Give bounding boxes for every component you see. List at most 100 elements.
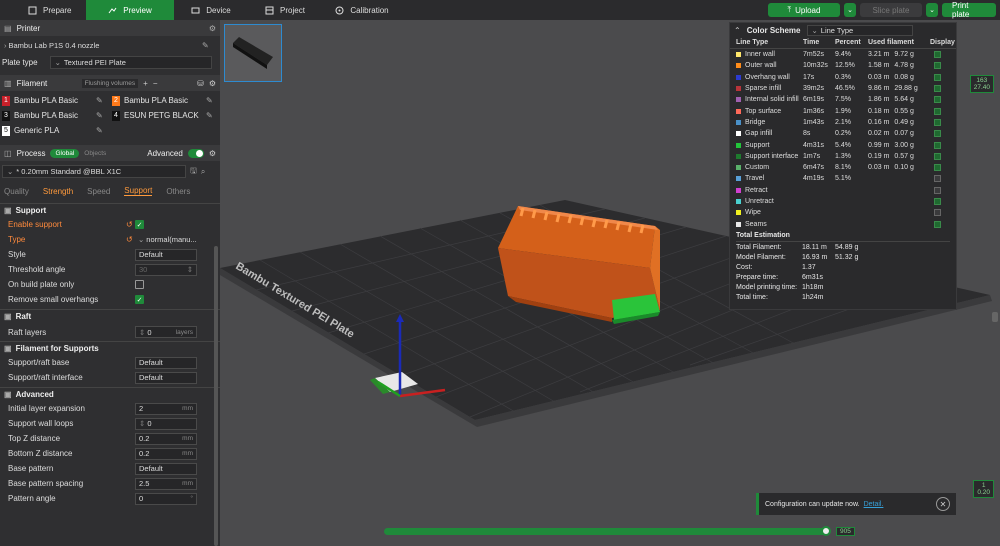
advanced-row-input[interactable]: 0 ° [135, 492, 197, 505]
subtab-strength[interactable]: Strength [43, 187, 73, 196]
edit-icon[interactable]: ✎ [96, 96, 103, 105]
move-slider-thumb[interactable] [821, 526, 831, 536]
remove-filament-icon[interactable]: − [153, 79, 158, 88]
advanced-row-input[interactable]: 0.2 mm [135, 432, 197, 445]
legend-row[interactable]: Wipe [730, 207, 956, 218]
process-preset-select[interactable]: ⌄ * 0.20mm Standard @BBL X1C [2, 165, 186, 178]
objects-toggle[interactable]: Objects [84, 150, 106, 157]
global-toggle[interactable]: Global [50, 148, 80, 158]
display-checkbox[interactable] [934, 220, 941, 228]
filament-item[interactable]: 1 Bambu PLA Basic ✎ [0, 93, 110, 108]
filament-item[interactable]: 2 Bambu PLA Basic ✎ [110, 93, 220, 108]
save-icon[interactable]: 🖫 [190, 165, 197, 179]
layer-slider-handle[interactable] [992, 312, 998, 322]
legend-row[interactable]: Outer wall 10m32s 12.5% 1.58 m 4.78 g [730, 60, 956, 71]
display-checkbox[interactable] [934, 51, 941, 59]
tab-prepare[interactable]: Prepare [16, 0, 86, 20]
legend-row[interactable]: Sparse infill 39m2s 46.5% 9.86 m 29.88 g [730, 83, 956, 94]
home-button[interactable] [0, 0, 16, 20]
edit-icon[interactable]: ✎ [202, 41, 209, 50]
legend-row[interactable]: Retract [730, 185, 956, 196]
filament-item[interactable]: 5 Generic PLA ✎ [0, 123, 110, 138]
process-settings-icon[interactable]: ⚙ [209, 149, 216, 158]
legend-row[interactable]: Inner wall 7m52s 9.4% 3.21 m 9.72 g [730, 49, 956, 60]
filament-settings-icon[interactable]: ⚙ [209, 79, 216, 88]
subtab-others[interactable]: Others [166, 187, 190, 196]
slice-dropdown-button[interactable]: ⌄ [844, 3, 856, 17]
subtab-support[interactable]: Support [124, 186, 153, 196]
legend-row[interactable]: Overhang wall 17s 0.3% 0.03 m 0.08 g [730, 72, 956, 83]
support-style-select[interactable]: Default [135, 248, 197, 261]
legend-row[interactable]: Internal solid infill 6m19s 7.5% 1.86 m 5.64… [730, 94, 956, 105]
search-icon[interactable]: ⌕ [201, 167, 205, 177]
slice-plate-button[interactable]: Slice plate [860, 3, 922, 17]
edit-icon[interactable]: ✎ [206, 111, 213, 120]
display-checkbox[interactable] [934, 73, 941, 81]
legend-row[interactable]: Support 4m31s 5.4% 0.99 m 3.00 g [730, 139, 956, 150]
threshold-angle-input[interactable]: 30 ⇕ [135, 263, 197, 276]
sidebar-scrollbar[interactable] [214, 246, 218, 546]
support-type-select[interactable]: ⌄ normal(manu... [135, 233, 201, 246]
legend-row[interactable]: Travel 4m19s 5.1% [730, 173, 956, 184]
advanced-switch[interactable] [187, 148, 204, 158]
legend-row[interactable]: Seams [730, 218, 956, 229]
display-checkbox[interactable] [934, 62, 941, 70]
flushing-volumes-button[interactable]: Flushing volumes [81, 78, 139, 88]
settings-icon[interactable]: ⚙ [209, 24, 216, 33]
display-checkbox[interactable] [934, 152, 941, 160]
edit-icon[interactable]: ✎ [96, 126, 103, 135]
advanced-row-input[interactable]: Default [135, 462, 197, 475]
notification-detail-link[interactable]: Detail. [864, 501, 884, 508]
display-checkbox[interactable] [934, 164, 941, 172]
print-plate-button[interactable]: Print plate [942, 1, 996, 19]
legend-row[interactable]: Top surface 1m36s 1.9% 0.18 m 0.55 g [730, 105, 956, 116]
advanced-row-input[interactable]: 2 mm [135, 402, 197, 415]
plate-type-select[interactable]: ⌄ Textured PEI Plate [49, 56, 212, 69]
collapse-icon[interactable]: ⌃ [734, 26, 741, 35]
subtab-speed[interactable]: Speed [87, 187, 110, 196]
upload-button[interactable]: ⤒ Upload [768, 3, 840, 17]
on-build-plate-checkbox[interactable] [135, 280, 144, 289]
legend-row[interactable]: Gap infill 8s 0.2% 0.02 m 0.07 g [730, 128, 956, 139]
legend-row[interactable]: Support interface 1m7s 1.3% 0.19 m 0.57 g [730, 151, 956, 162]
enable-support-checkbox[interactable]: ✓ [135, 220, 144, 229]
sync-ams-icon[interactable]: ⛁ [197, 79, 204, 88]
display-checkbox[interactable] [934, 209, 941, 217]
filament-item[interactable]: 3 Bambu PLA Basic ✎ [0, 108, 110, 123]
tab-calibration[interactable]: Calibration [322, 0, 402, 20]
display-checkbox[interactable] [934, 85, 941, 93]
remove-overhangs-checkbox[interactable]: ✓ [135, 295, 144, 304]
move-slider-track[interactable] [384, 528, 830, 535]
support-base-select[interactable]: Default [135, 356, 197, 369]
legend-row[interactable]: Custom 6m47s 8.1% 0.03 m 0.10 g [730, 162, 956, 173]
color-scheme-select[interactable]: ⌄ Line Type [806, 24, 913, 36]
display-checkbox[interactable] [934, 186, 941, 194]
subtab-quality[interactable]: Quality [4, 187, 29, 196]
display-checkbox[interactable] [934, 141, 941, 149]
add-filament-icon[interactable]: + [143, 79, 148, 88]
legend-row[interactable]: Bridge 1m43s 2.1% 0.16 m 0.49 g [730, 117, 956, 128]
display-checkbox[interactable] [934, 107, 941, 115]
print-dropdown-button[interactable]: ⌄ [926, 3, 938, 17]
edit-icon[interactable]: ✎ [96, 111, 103, 120]
display-checkbox[interactable] [934, 198, 941, 205]
advanced-row-input[interactable]: ⇕ 0 [135, 417, 197, 430]
advanced-row-input[interactable]: 2.5 mm [135, 477, 197, 490]
tab-preview[interactable]: Preview [86, 0, 174, 20]
display-checkbox[interactable] [934, 118, 941, 126]
advanced-row-input[interactable]: 0.2 mm [135, 447, 197, 460]
display-checkbox[interactable] [934, 130, 941, 138]
display-checkbox[interactable] [934, 175, 941, 183]
layer-slider-top[interactable]: 163 27.40 [969, 75, 994, 93]
layer-slider-bottom[interactable]: 1 0.20 [973, 480, 994, 498]
reset-icon[interactable]: ↺ [126, 220, 135, 229]
printer-select[interactable]: › Bambu Lab P1S 0.4 nozzle [0, 39, 198, 52]
close-icon[interactable]: ✕ [936, 497, 950, 511]
filament-item[interactable]: 4 ESUN PETG BLACK ✎ [110, 108, 220, 123]
plate-thumbnail[interactable] [224, 24, 282, 82]
reset-icon[interactable]: ↺ [126, 235, 135, 244]
support-interface-select[interactable]: Default [135, 371, 197, 384]
tab-device[interactable]: Device [174, 0, 248, 20]
edit-icon[interactable]: ✎ [206, 96, 213, 105]
display-checkbox[interactable] [934, 96, 941, 104]
